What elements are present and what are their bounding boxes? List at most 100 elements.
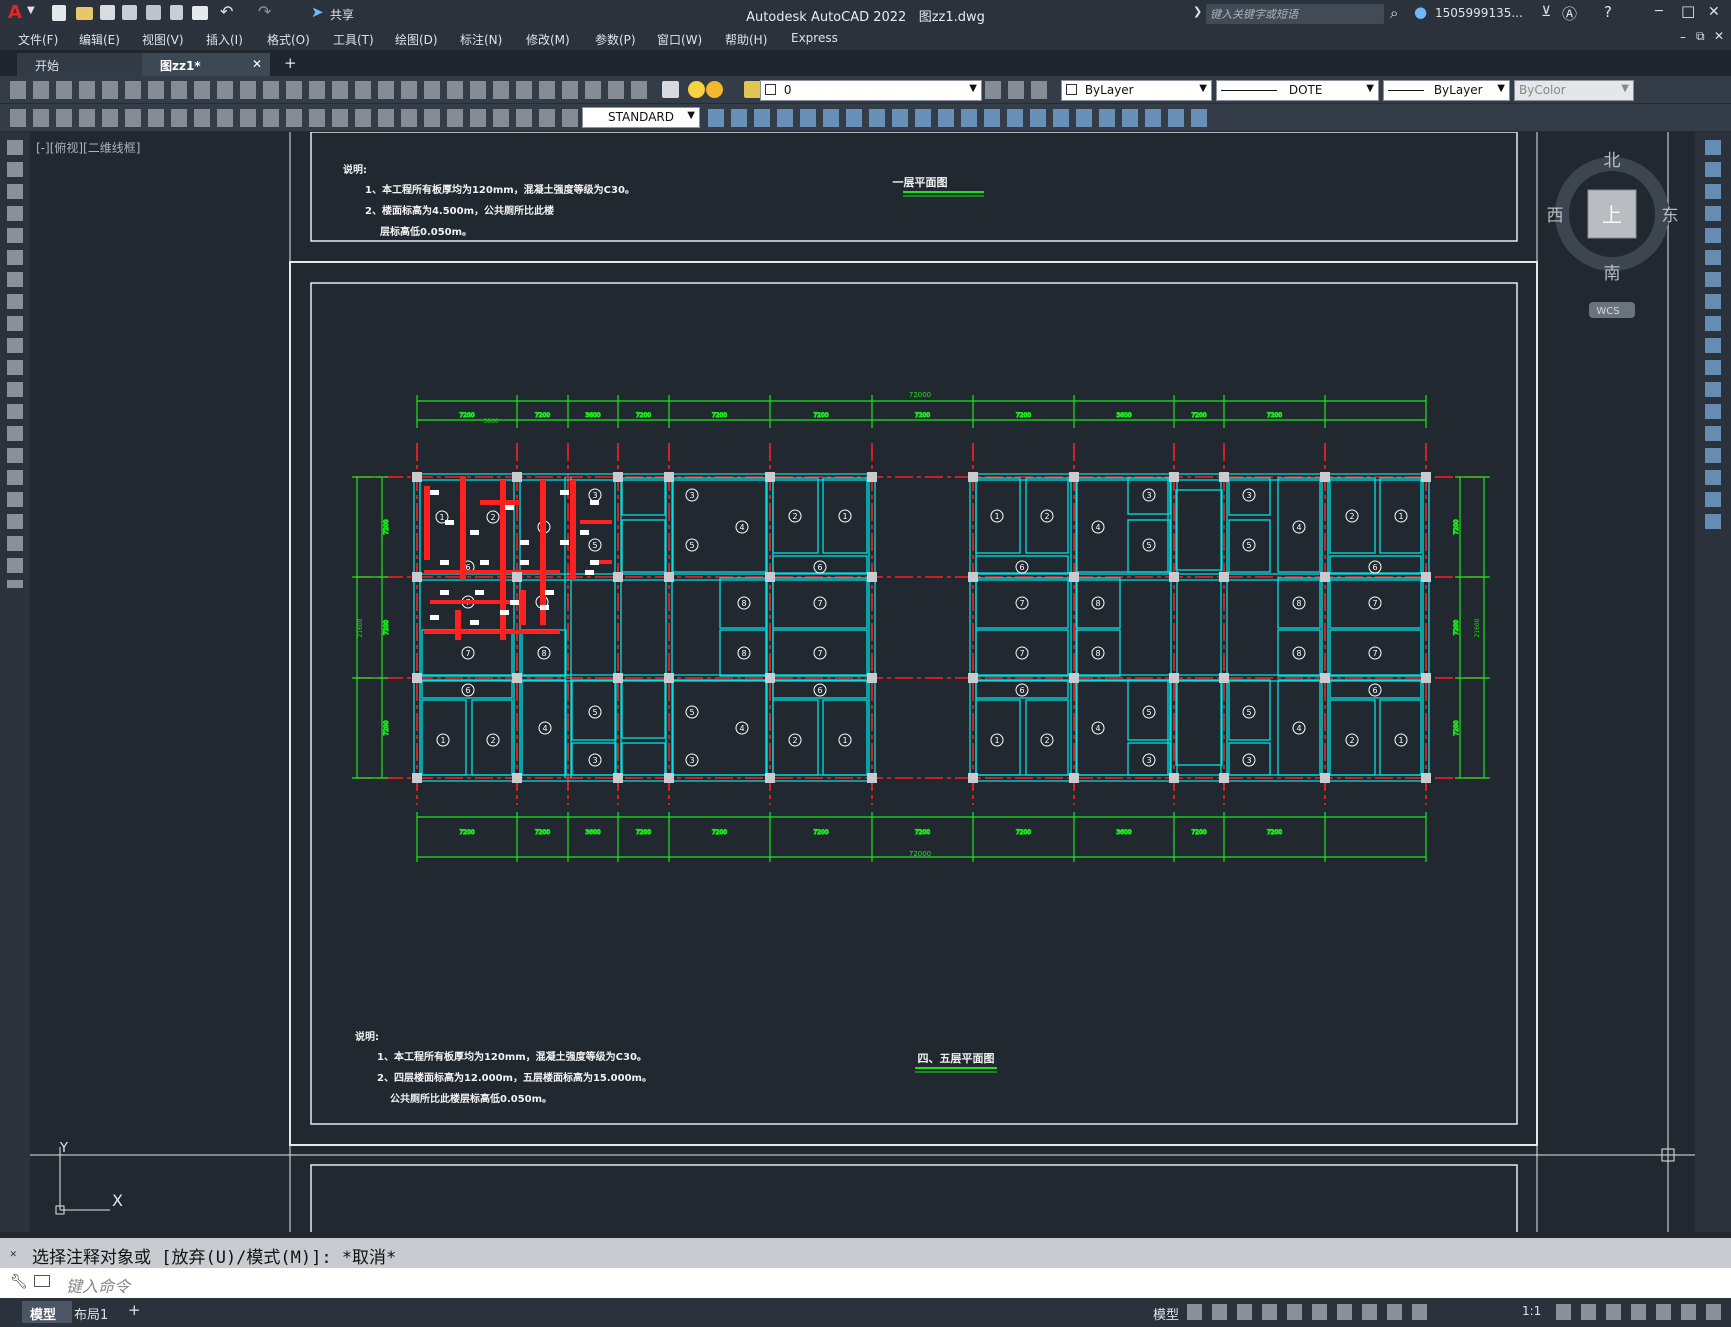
lock-icon[interactable] bbox=[744, 81, 761, 98]
viewcube[interactable]: 上 北 南 西 东 WCS bbox=[1547, 151, 1679, 318]
room-label: 5 bbox=[592, 708, 597, 717]
menu-express[interactable]: Express bbox=[791, 31, 838, 45]
dim-label-top: 7200 bbox=[1267, 412, 1282, 419]
room-label: 4 bbox=[739, 523, 744, 532]
draw-toolbar bbox=[0, 132, 30, 1232]
slab bbox=[621, 742, 666, 776]
close-button[interactable]: ✕ bbox=[1708, 4, 1720, 20]
side-total-left: 21600 bbox=[357, 618, 364, 637]
fixture-detail bbox=[590, 560, 599, 565]
column bbox=[613, 773, 623, 783]
annotation-scale[interactable]: 1:1 bbox=[1522, 1304, 1541, 1318]
fixture-detail bbox=[545, 590, 554, 595]
dim-label-top: 7200 bbox=[915, 412, 930, 419]
dim-label-top: 3600 bbox=[1116, 412, 1131, 419]
layer-dropdown[interactable]: 0 ▼ bbox=[760, 80, 982, 101]
menu-edit[interactable]: 编辑(E) bbox=[79, 31, 120, 48]
viewcube-north[interactable]: 北 bbox=[1604, 151, 1621, 171]
doc-restore-icon[interactable]: ⧉ bbox=[1696, 29, 1705, 44]
menu-dimension[interactable]: 标注(N) bbox=[460, 31, 502, 48]
column bbox=[1320, 673, 1330, 683]
linetype-dropdown[interactable]: DOTE ▼ bbox=[1216, 80, 1379, 101]
help-icon[interactable]: ? bbox=[1604, 3, 1612, 21]
layer-properties-icon[interactable] bbox=[662, 81, 679, 98]
column bbox=[1169, 472, 1179, 482]
wrench-icon[interactable]: 🔧︎ bbox=[10, 1274, 28, 1290]
dim-label-bottom: 3600 bbox=[1116, 829, 1131, 836]
column bbox=[613, 673, 623, 683]
room-label: 4 bbox=[542, 724, 547, 733]
menu-insert[interactable]: 插入(I) bbox=[206, 31, 243, 48]
doc-close-icon[interactable]: ✕ bbox=[1714, 29, 1724, 43]
search-icon[interactable]: ⌕ bbox=[1390, 4, 1398, 22]
menu-file[interactable]: 文件(F) bbox=[18, 31, 58, 48]
cart-icon[interactable]: ⊻ bbox=[1541, 4, 1551, 20]
new-tab-button[interactable]: + bbox=[284, 54, 297, 72]
maximize-button[interactable]: □ bbox=[1681, 2, 1695, 20]
add-layout-button[interactable]: + bbox=[128, 1301, 141, 1319]
room-label: 5 bbox=[592, 541, 597, 550]
chevron-right-icon[interactable]: ❯ bbox=[1193, 5, 1202, 18]
menu-view[interactable]: 视图(V) bbox=[142, 31, 184, 48]
menu-draw[interactable]: 绘图(D) bbox=[395, 31, 438, 48]
search-input[interactable]: 键入关键字或短语 bbox=[1206, 4, 1384, 24]
doc-minimize-icon[interactable]: – bbox=[1680, 30, 1686, 44]
color-dropdown[interactable]: ByLayer ▼ bbox=[1061, 80, 1212, 101]
plotstyle-dropdown[interactable]: ByColor ▼ bbox=[1514, 80, 1634, 101]
menu-help[interactable]: 帮助(H) bbox=[725, 31, 767, 48]
column bbox=[1069, 673, 1079, 683]
menu-tools[interactable]: 工具(T) bbox=[333, 31, 374, 48]
column bbox=[1421, 572, 1431, 582]
layer-tools bbox=[985, 81, 1050, 99]
chevron-down-icon: ▼ bbox=[1621, 83, 1629, 94]
minimize-button[interactable]: ─ bbox=[1655, 4, 1663, 19]
room-label: 2 bbox=[1349, 512, 1354, 521]
fixture-detail bbox=[540, 605, 549, 610]
column bbox=[1219, 773, 1229, 783]
menu-window[interactable]: 窗口(W) bbox=[657, 31, 702, 48]
user-account[interactable]: 1505999135... bbox=[1435, 6, 1523, 20]
main-note-3: 公共厕所比此楼层标高低0.050m。 bbox=[390, 1092, 552, 1105]
fixture-detail bbox=[520, 560, 529, 565]
drawing-svg[interactable]: 说明: 1、本工程所有板厚均为120mm，混凝土强度等级为C30。 2、楼面标高… bbox=[30, 132, 1695, 1232]
room-label: 5 bbox=[1146, 708, 1151, 717]
room-label: 4 bbox=[1095, 523, 1100, 532]
room-label: 2 bbox=[792, 736, 797, 745]
close-icon[interactable]: ✕ bbox=[10, 1247, 17, 1260]
viewport-controls[interactable]: [-][俯视][二维线框] bbox=[36, 139, 140, 156]
text-style-dropdown[interactable]: STANDARD ▼ bbox=[582, 107, 700, 128]
command-menu-icon[interactable] bbox=[34, 1275, 50, 1287]
column bbox=[968, 673, 978, 683]
menu-format[interactable]: 格式(O) bbox=[267, 31, 310, 48]
menu-parametric[interactable]: 参数(P) bbox=[595, 31, 636, 48]
room-label: 4 bbox=[739, 724, 744, 733]
room-label: 3 bbox=[592, 756, 597, 765]
lightbulb-icon[interactable] bbox=[688, 81, 705, 98]
close-icon[interactable]: ✕ bbox=[252, 57, 262, 71]
top-note-2: 2、楼面标高为4.500m，公共厕所比此楼 bbox=[365, 204, 554, 217]
autodesk-app-icon[interactable]: Ⓐ bbox=[1562, 3, 1577, 24]
chevron-down-icon: ▼ bbox=[1366, 83, 1374, 94]
command-input[interactable]: 🔧︎ 键入命令 bbox=[0, 1268, 1731, 1298]
tab-start[interactable]: 开始 bbox=[17, 53, 147, 76]
room-label: 2 bbox=[1044, 512, 1049, 521]
viewcube-east[interactable]: 东 bbox=[1662, 206, 1679, 226]
viewcube-west[interactable]: 西 bbox=[1547, 206, 1564, 226]
model-space-canvas[interactable]: 说明: 1、本工程所有板厚均为120mm，混凝土强度等级为C30。 2、楼面标高… bbox=[30, 132, 1695, 1232]
user-icon[interactable]: ● bbox=[1414, 3, 1427, 21]
tab-drawing[interactable]: 图zz1* ✕ bbox=[142, 53, 270, 76]
lineweight-dropdown[interactable]: ByLayer ▼ bbox=[1383, 80, 1510, 101]
tab-layout1[interactable]: 布局1 bbox=[72, 1301, 122, 1323]
model-space-button[interactable]: 模型 bbox=[1153, 1304, 1179, 1323]
menu-modify[interactable]: 修改(M) bbox=[526, 31, 570, 48]
sun-icon[interactable] bbox=[706, 81, 723, 98]
viewcube-face-top[interactable]: 上 bbox=[1602, 203, 1622, 227]
tab-model-layout[interactable]: 模型 bbox=[22, 1301, 72, 1323]
room-label: 3 bbox=[1146, 756, 1151, 765]
viewcube-wcs-menu[interactable]: WCS bbox=[1596, 306, 1619, 317]
column bbox=[1069, 472, 1079, 482]
chevron-down-icon: ▼ bbox=[1497, 83, 1505, 94]
room-label: 2 bbox=[1044, 736, 1049, 745]
viewcube-south[interactable]: 南 bbox=[1604, 264, 1621, 284]
column bbox=[1219, 673, 1229, 683]
